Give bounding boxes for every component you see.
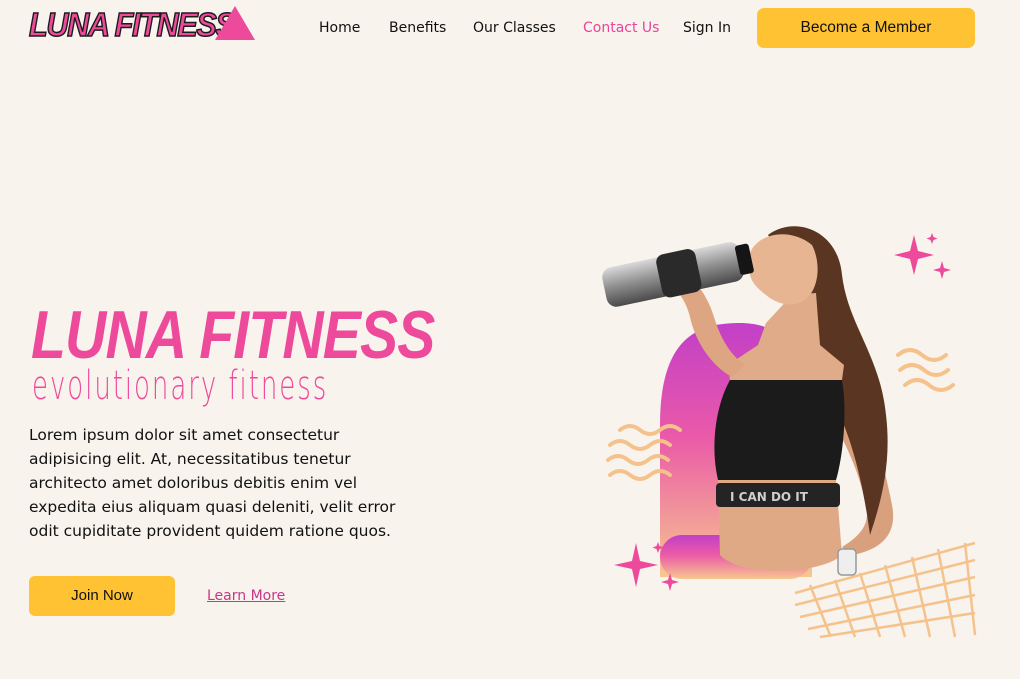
hero-title: LUNA FITNESS [31, 297, 435, 373]
nav-sign-in-link[interactable]: Sign In [683, 17, 731, 39]
brand-logo[interactable]: LUNA FITNESS [28, 6, 255, 43]
hero-description: Lorem ipsum dolor sit amet consectetur a… [29, 426, 396, 540]
join-now-button[interactable]: Join Now [29, 576, 175, 616]
shirt-text: I CAN DO IT [730, 490, 809, 504]
woman-photo: I CAN DO IT [602, 226, 894, 576]
logo-text: LUNA FITNESS [28, 6, 236, 43]
sparkles-top [894, 233, 951, 279]
hero-subtitle: evolutionary fitness [32, 363, 329, 409]
nav-contact-us-link[interactable]: Contact Us [583, 17, 659, 39]
become-member-button[interactable]: Become a Member [757, 8, 975, 48]
nav-benefits-link[interactable]: Benefits [389, 17, 446, 39]
wavy-lines-right [896, 348, 955, 392]
learn-more-link[interactable]: Learn More [207, 585, 285, 607]
hero-illustration: I CAN DO IT [602, 226, 977, 639]
nav-home-link[interactable]: Home [319, 17, 360, 39]
triangle-logo-icon [215, 6, 255, 40]
water-bottle [602, 242, 754, 307]
nav-our-classes-link[interactable]: Our Classes [473, 17, 556, 39]
